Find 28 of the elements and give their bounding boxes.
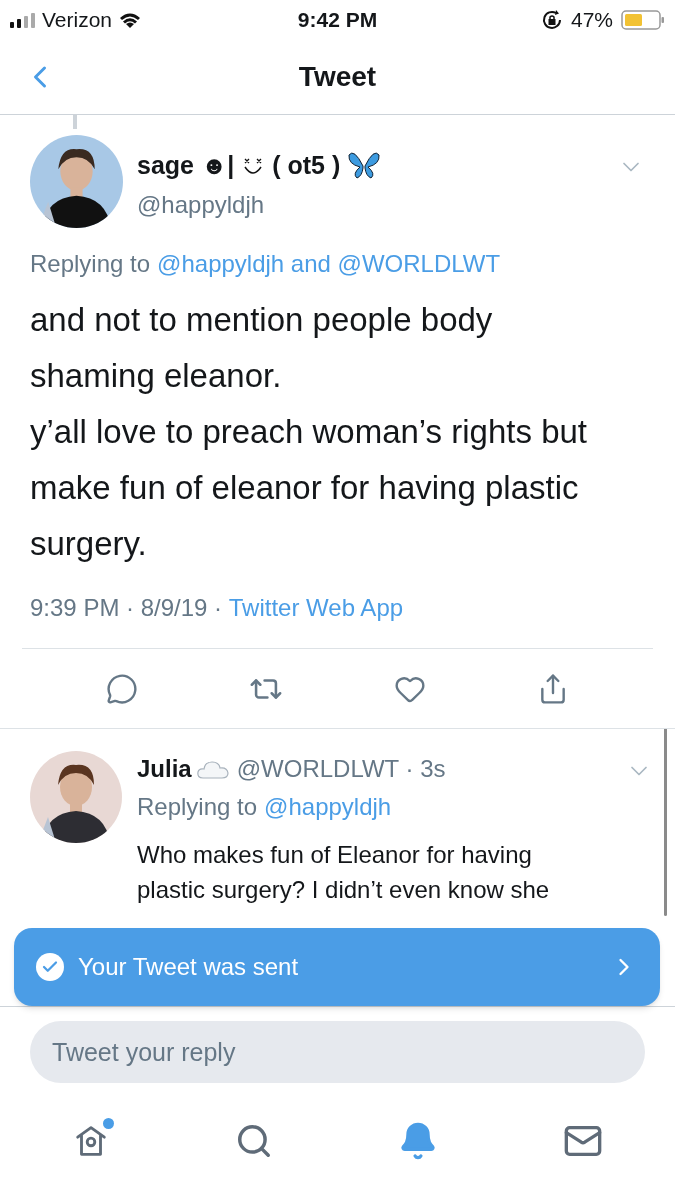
reply-field[interactable]: Tweet your reply: [30, 1021, 645, 1083]
toast-message: Your Tweet was sent: [78, 952, 300, 982]
battery-percent: 47%: [570, 7, 613, 34]
check-icon: [36, 953, 64, 981]
signal-icon: [10, 12, 36, 28]
butterfly-icon: [348, 151, 381, 180]
sent-toast[interactable]: Your Tweet was sent: [14, 928, 660, 1006]
page-title: Tweet: [298, 60, 377, 94]
mention-link[interactable]: @happyldjh and @WORLDLWT: [157, 246, 501, 282]
tweet-timestamp: 9:39 PM · 8/9/19 ·: [30, 593, 224, 623]
reply-button[interactable]: [105, 672, 138, 705]
battery-icon: [621, 10, 665, 30]
tweet-text: and not to mention people body shaming eleanor. y’all love to preach woman’s rights but make fun of eleanor for having plastic surgery.: [30, 300, 588, 564]
display-name: Julia: [137, 754, 192, 784]
user-handle: @WORLDLWT · 3s: [236, 754, 446, 784]
carrier-name: Verizon: [42, 7, 113, 34]
replying-label: Replying to: [137, 792, 258, 822]
cloud-icon: [196, 759, 229, 779]
rotation-lock-icon: [540, 9, 563, 31]
replying-label: Replying to: [30, 249, 151, 279]
reply-text: Who makes fun of Eleanor for having plastic surgery? I didn’t even know she: [137, 840, 551, 905]
clock-time: 9:42 PM: [297, 7, 378, 34]
display-name-suffix: ( ot5 ): [272, 150, 341, 181]
user-handle: @happyldjh: [137, 189, 266, 220]
reply-icon: [105, 672, 138, 705]
source-link[interactable]: Twitter Web App: [228, 590, 404, 626]
display-name: sage ☻|: [137, 150, 235, 181]
mention-link[interactable]: @happyldjh: [264, 789, 392, 825]
